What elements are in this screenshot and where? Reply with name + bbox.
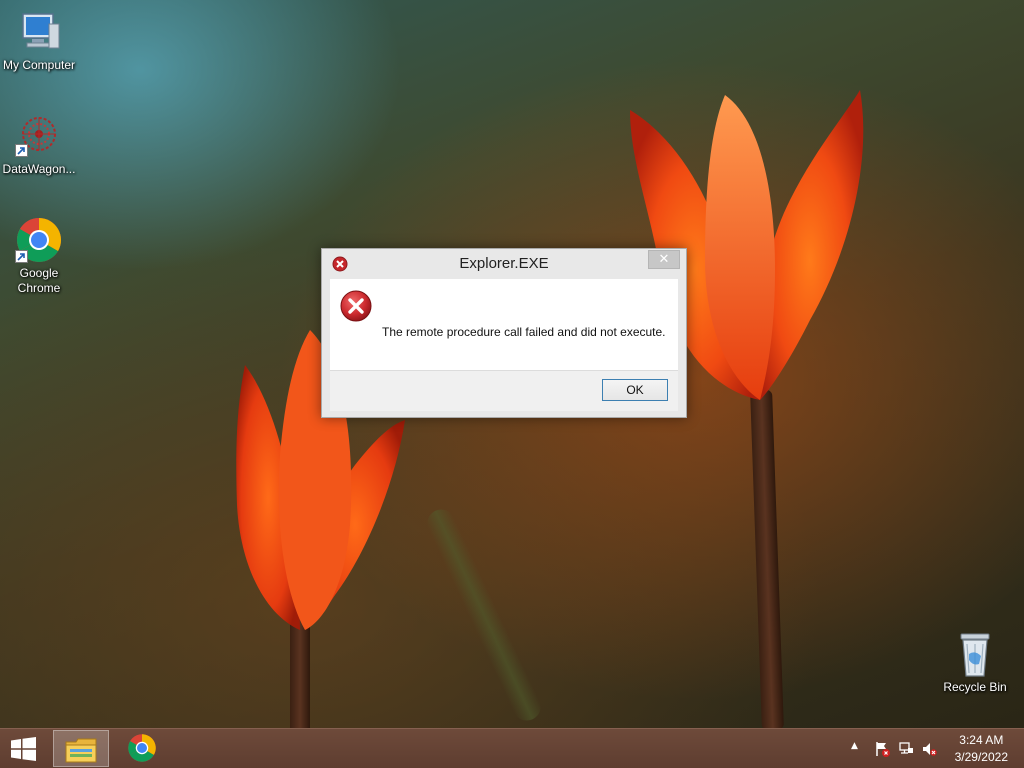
dialog-content: The remote procedure call failed and did… xyxy=(330,279,678,370)
shortcut-arrow-icon xyxy=(15,144,28,157)
close-button[interactable]: ✕ xyxy=(648,250,680,269)
desktop-icon-label: My Computer xyxy=(2,58,76,72)
taskbar: ▲ 3:24 AM 3/29/2022 xyxy=(0,728,1024,768)
desktop-icon-label: Google Chrome xyxy=(17,266,61,295)
error-icon xyxy=(340,290,372,326)
computer-icon xyxy=(15,8,63,56)
desktop-icon-recycle-bin[interactable]: Recycle Bin xyxy=(936,630,1014,695)
taskbar-chrome[interactable] xyxy=(115,730,171,767)
system-clock[interactable]: 3:24 AM 3/29/2022 xyxy=(955,732,1008,766)
taskbar-file-explorer[interactable] xyxy=(53,730,109,767)
error-dialog: Explorer.EXE ✕ The remote procedure call… xyxy=(321,248,687,418)
desktop-icon-google-chrome[interactable]: Google Chrome xyxy=(0,216,78,296)
desktop-icon-datawagon[interactable]: DataWagon... xyxy=(0,112,78,177)
clock-time: 3:24 AM xyxy=(959,733,1004,747)
dialog-message: The remote procedure call failed and did… xyxy=(382,325,666,339)
volume-muted-icon[interactable] xyxy=(921,741,937,761)
clock-date: 3/29/2022 xyxy=(954,750,1008,764)
desktop-icon-label: Recycle Bin xyxy=(943,680,1007,694)
recycle-bin-icon xyxy=(951,630,999,678)
action-center-flag-icon[interactable] xyxy=(874,741,890,761)
windows-logo-icon xyxy=(11,737,36,761)
dialog-titlebar[interactable]: Explorer.EXE ✕ xyxy=(322,249,686,279)
dialog-title: Explorer.EXE xyxy=(459,255,549,272)
desktop-icon-label: DataWagon... xyxy=(2,162,76,176)
dialog-footer: OK xyxy=(330,370,678,411)
shortcut-arrow-icon xyxy=(15,250,28,263)
chrome-icon xyxy=(128,734,156,762)
chrome-icon xyxy=(15,216,63,264)
network-icon[interactable] xyxy=(898,741,914,761)
desktop-icon-my-computer[interactable]: My Computer xyxy=(0,8,78,73)
close-icon: ✕ xyxy=(658,252,670,267)
ok-button[interactable]: OK xyxy=(602,379,668,401)
file-explorer-icon xyxy=(65,738,97,763)
datawagon-icon xyxy=(15,112,63,160)
desktop: My Computer DataWagon... Google Chrome R… xyxy=(0,0,1024,728)
show-hidden-icons-icon[interactable]: ▲ xyxy=(851,741,858,751)
start-button[interactable] xyxy=(10,737,38,761)
